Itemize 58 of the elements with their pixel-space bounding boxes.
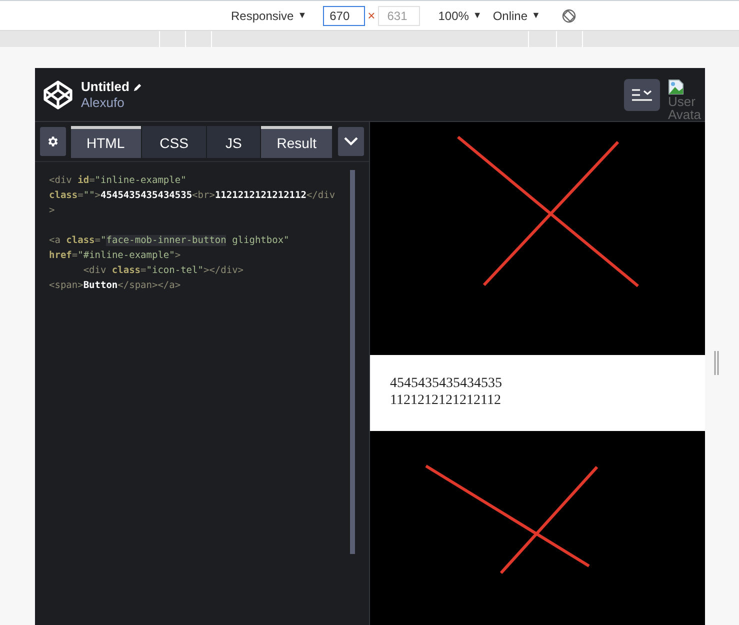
- code-token: class: [49, 190, 78, 201]
- code-token: >: [174, 250, 181, 261]
- width-field[interactable]: 670: [322, 6, 365, 26]
- result-text: 4545435435434535: [390, 375, 503, 392]
- editor-tab[interactable]: HTML: [70, 126, 141, 158]
- broken-image-icon: [668, 78, 684, 94]
- code-editor[interactable]: <div id="inline-example" class="">4545435435434535<br>1121212121212112</div > <a class="face-mob-inner-button glightbox" href="#inline-example"> <div class="icon-tel"></div> <span>Button</span></a>: [35, 170, 350, 625]
- scrollbar-thumb[interactable]: [350, 170, 355, 554]
- code-token: ></div>: [203, 265, 244, 276]
- code-token: class: [66, 235, 95, 246]
- code-token: "#inline-example": [78, 250, 175, 261]
- code-token: =: [72, 250, 78, 261]
- layout-icon: [631, 88, 653, 102]
- editor-tab[interactable]: CSS: [142, 126, 206, 158]
- settings-button[interactable]: [40, 127, 66, 156]
- chevron-down-icon: [344, 137, 358, 146]
- result-text: 1121212121212112: [390, 392, 502, 409]
- editor-tab[interactable]: JS: [207, 126, 260, 158]
- code-token: "inline-example": [94, 175, 186, 186]
- author-link[interactable]: Alexufo: [81, 95, 142, 110]
- code-token: href: [49, 250, 72, 261]
- code-token: "": [83, 190, 95, 201]
- code-token: ": [100, 235, 106, 246]
- cube-logo-icon: [42, 78, 74, 110]
- code-token: id: [78, 175, 90, 186]
- code-token: </span></a>: [118, 280, 181, 291]
- code-token: "icon-tel": [146, 265, 204, 276]
- code-token: class: [112, 265, 141, 276]
- code-token: 1121212121212112: [214, 190, 306, 201]
- code-token: 4545435435434535: [100, 190, 192, 201]
- rotate-icon[interactable]: [562, 8, 576, 22]
- resize-handle-icon[interactable]: [714, 351, 719, 375]
- pencil-icon[interactable]: [133, 82, 142, 92]
- code-token: <span>: [49, 280, 84, 291]
- device-dropdown[interactable]: Responsive ▼: [231, 6, 307, 24]
- times-sign: ×: [368, 6, 376, 25]
- code-token: >: [49, 205, 55, 216]
- code-token: =: [89, 175, 95, 186]
- code-token: <br>: [192, 190, 215, 201]
- code-token: =: [78, 190, 84, 201]
- code-token: glightbox": [231, 235, 290, 246]
- pen-title: Untitled: [81, 79, 130, 95]
- expand-button[interactable]: [338, 127, 364, 156]
- code-token: Button: [83, 280, 118, 291]
- code-token: <a: [49, 235, 62, 246]
- code-token: >: [94, 190, 101, 201]
- network-dropdown[interactable]: Online ▼: [492, 6, 540, 24]
- code-token: <div: [49, 175, 73, 186]
- code-token: =: [140, 265, 146, 276]
- code-token: <div: [82, 265, 108, 276]
- avatar-alt-text: User Avata: [668, 94, 702, 120]
- code-token: =: [94, 235, 101, 246]
- code-token: face-mob-inner-button: [106, 235, 226, 246]
- editor-tab[interactable]: Result: [260, 126, 332, 158]
- zoom-dropdown[interactable]: 100% ▼: [438, 6, 482, 24]
- layout-button[interactable]: [624, 78, 660, 110]
- code-token: </div: [306, 190, 336, 201]
- settings-icon: [46, 135, 60, 148]
